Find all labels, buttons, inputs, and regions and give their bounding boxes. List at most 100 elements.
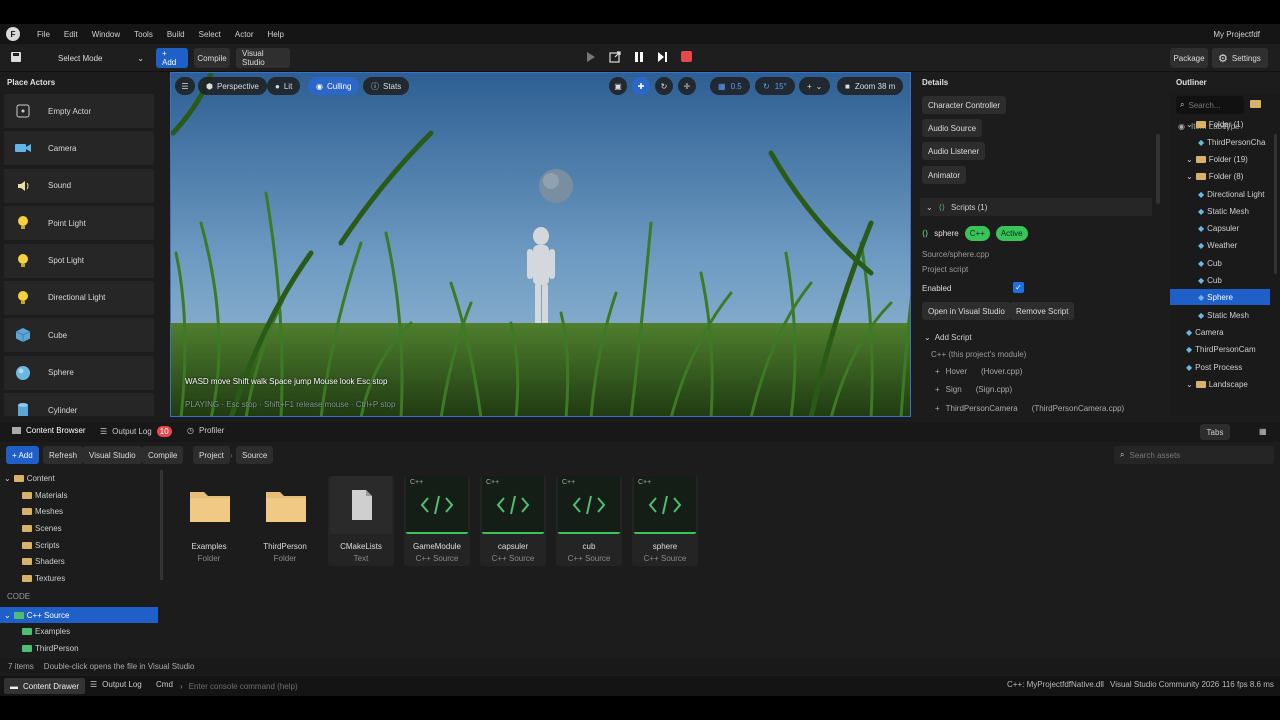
component-audio-source[interactable]: Audio Source xyxy=(922,119,983,137)
asset-tile[interactable]: CMakeLists Text xyxy=(328,476,394,566)
actor-spot-light[interactable]: Spot Light xyxy=(4,243,154,278)
tree-scrollbar[interactable] xyxy=(160,470,163,580)
tabs-button[interactable]: Tabs xyxy=(1200,424,1230,440)
outliner-row[interactable]: ⌄ Folder (8) xyxy=(1170,168,1270,184)
outliner-row[interactable]: ◆ Static Mesh xyxy=(1170,203,1270,219)
package-button[interactable]: Package xyxy=(1170,48,1208,68)
outliner-row[interactable]: ◆ Directional Light xyxy=(1170,186,1270,202)
content-add-button[interactable]: + Add xyxy=(6,446,39,464)
outliner-search[interactable]: ⌕ Search... xyxy=(1176,96,1244,114)
menu-build[interactable]: Build xyxy=(167,30,185,39)
component-character-controller[interactable]: Character Controller xyxy=(922,96,1007,114)
script-option-sign[interactable]: + Sign (Sign.cpp) xyxy=(935,385,1012,394)
rotate-tool-button[interactable]: ↻ xyxy=(655,77,673,95)
outliner-row[interactable]: ◆ Static Mesh xyxy=(1170,307,1270,323)
culling-button[interactable]: ◉ Culling xyxy=(308,77,360,95)
tree-textures[interactable]: Textures xyxy=(0,570,160,586)
chevron-down-icon[interactable]: ⌄ xyxy=(1186,155,1193,164)
outliner-row[interactable]: ◆ Post Process xyxy=(1170,359,1270,375)
settings-button[interactable]: ⚙ Settings xyxy=(1212,48,1268,68)
open-in-visual-studio-button[interactable]: Open in Visual Studio xyxy=(922,302,1011,320)
script-option-hover[interactable]: + Hover (Hover.cpp) xyxy=(935,367,1022,376)
asset-tile[interactable]: C++ capsuler C++ Source xyxy=(480,476,546,566)
tab-profiler[interactable]: ◷ Profiler xyxy=(187,426,224,435)
asset-tile[interactable]: C++ cub C++ Source xyxy=(556,476,622,566)
step-frame-icon[interactable] xyxy=(657,51,668,65)
tree-thirdperson[interactable]: ThirdPerson xyxy=(0,640,160,655)
console-input[interactable]: › Enter console command (help) xyxy=(180,678,440,694)
actor-sound[interactable]: Sound xyxy=(4,168,154,203)
rotation-snap-button[interactable]: ↻ 15° xyxy=(755,77,795,95)
menu-file[interactable]: File xyxy=(37,30,50,39)
breadcrumb-project[interactable]: Project xyxy=(193,446,230,464)
actor-empty-actor[interactable]: Empty Actor xyxy=(4,94,154,128)
outliner-row[interactable]: ⌄ Folder (19) xyxy=(1170,151,1270,167)
scene-viewport[interactable]: ☰ ⬢ Perspective ● Lit ◉ Culling ⓘ Stats ▣ ✚ … xyxy=(170,72,911,417)
tree-examples[interactable]: Examples xyxy=(0,623,160,639)
asset-tile[interactable]: Examples Folder xyxy=(176,476,242,566)
tree-shaders[interactable]: Shaders xyxy=(0,553,160,569)
outliner-row[interactable]: ◆ ThirdPersonCha xyxy=(1170,134,1270,150)
chevron-down-icon[interactable]: ⌄ xyxy=(1186,380,1193,389)
actor-point-light[interactable]: Point Light xyxy=(4,206,154,241)
menu-tools[interactable]: Tools xyxy=(134,30,153,39)
tab-output-log[interactable]: ☰ Output Log 10 xyxy=(100,426,172,437)
add-button[interactable]: + Add xyxy=(156,48,188,68)
content-drawer-button[interactable]: ▬ Content Drawer xyxy=(4,678,86,694)
outliner-row[interactable]: ◆ Cub xyxy=(1170,272,1270,288)
outliner-row[interactable]: ◆ ThirdPersonCam xyxy=(1170,341,1270,357)
add-script-header[interactable]: ⌄ Add Script xyxy=(924,333,972,342)
outliner-row[interactable]: ◆ Camera xyxy=(1170,324,1270,340)
breadcrumb-source[interactable]: Source xyxy=(236,446,274,464)
outliner-scrollbar[interactable] xyxy=(1274,134,1277,274)
actor-cube[interactable]: Cube xyxy=(4,318,154,353)
save-icon[interactable] xyxy=(10,51,22,63)
actor-sphere[interactable]: Sphere xyxy=(4,355,154,390)
stats-button[interactable]: ⓘ Stats xyxy=(363,77,410,95)
asset-search[interactable]: ⌕ Search assets xyxy=(1114,446,1274,464)
content-compile-button[interactable]: Compile xyxy=(142,446,184,464)
chevron-down-icon[interactable]: ⌄ xyxy=(1186,120,1193,129)
scale-tool-button[interactable]: ✛ xyxy=(678,77,696,95)
perspective-button[interactable]: ⬢ Perspective xyxy=(198,77,267,95)
outliner-row[interactable]: ⌄ Landscape xyxy=(1170,376,1270,392)
viewport-menu-button[interactable]: ☰ xyxy=(175,77,195,95)
outliner-row[interactable]: ◆ Sphere xyxy=(1170,289,1270,305)
visual-studio-button[interactable]: Visual Studio xyxy=(236,48,290,68)
tab-content-browser[interactable]: Content Browser xyxy=(12,426,86,435)
enabled-checkbox[interactable]: ✓ xyxy=(1013,282,1024,293)
compile-button[interactable]: Compile xyxy=(194,48,230,68)
component-animator[interactable]: Animator xyxy=(922,166,967,184)
outliner-row[interactable]: ⌄ Folder (1) xyxy=(1170,116,1270,132)
refresh-button[interactable]: Refresh xyxy=(43,446,84,464)
tree-scripts[interactable]: Scripts xyxy=(0,537,160,553)
content-visual-studio-button[interactable]: Visual Studio xyxy=(83,446,142,464)
tree-meshes[interactable]: Meshes xyxy=(0,503,160,519)
remove-script-button[interactable]: Remove Script xyxy=(1010,302,1075,320)
grid-snap-button[interactable]: ▦ 0.5 xyxy=(710,77,750,95)
menu-select[interactable]: Select xyxy=(199,30,221,39)
lit-button[interactable]: ● Lit xyxy=(267,77,301,95)
actor-directional-light[interactable]: Directional Light xyxy=(4,280,154,315)
pause-icon[interactable] xyxy=(634,51,644,65)
menu-window[interactable]: Window xyxy=(92,30,120,39)
actor-camera[interactable]: Camera xyxy=(4,131,154,166)
folder-icon[interactable] xyxy=(1250,100,1261,108)
select-mode-dropdown[interactable]: Select Mode ⌄ xyxy=(52,48,148,68)
outliner-row[interactable]: ◆ Weather xyxy=(1170,237,1270,253)
tree-scenes[interactable]: Scenes xyxy=(0,520,160,536)
menu-actor[interactable]: Actor xyxy=(235,30,254,39)
asset-tile[interactable]: ThirdPerson Folder xyxy=(252,476,318,566)
stop-icon[interactable] xyxy=(681,51,692,62)
camera-speed-button[interactable]: ■ Zoom 38 m xyxy=(837,77,904,95)
script-option-thirdpersoncamera[interactable]: + ThirdPersonCamera (ThirdPersonCamera.cpp… xyxy=(935,404,1124,413)
component-audio-listener[interactable]: Audio Listener xyxy=(922,142,986,160)
asset-tile[interactable]: C++ sphere C++ Source xyxy=(632,476,698,566)
tree-materials[interactable]: Materials xyxy=(0,487,160,503)
select-tool-button[interactable]: ▣ xyxy=(609,77,627,95)
scripts-header[interactable]: ⌄ ⟨⟩ Scripts (1) xyxy=(920,198,1152,216)
outliner-row[interactable]: ◆ Cub xyxy=(1170,255,1270,271)
details-scrollbar[interactable] xyxy=(1156,134,1160,204)
chevron-down-icon[interactable]: ⌄ xyxy=(1186,172,1193,181)
menu-edit[interactable]: Edit xyxy=(64,30,78,39)
